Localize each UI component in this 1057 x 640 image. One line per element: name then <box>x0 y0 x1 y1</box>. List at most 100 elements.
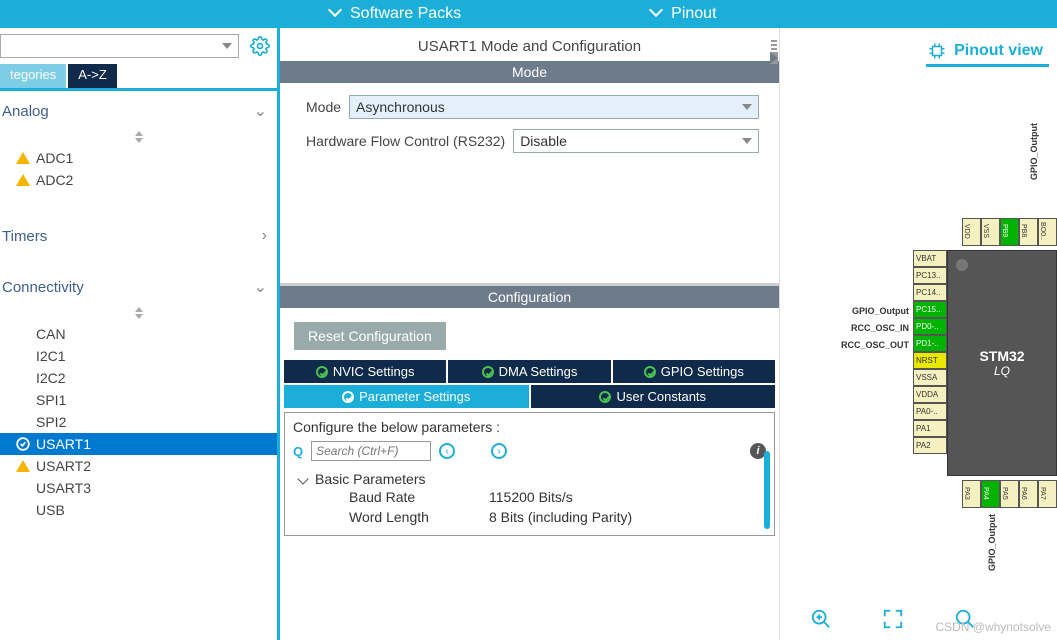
tab-az[interactable]: A->Z <box>68 64 117 88</box>
chevron-down-icon: ⌄ <box>254 101 267 121</box>
param-row-baud[interactable]: Baud Rate115200 Bits/s <box>349 487 766 507</box>
pin-left[interactable]: PA2 <box>913 437 947 454</box>
pin-bottom[interactable]: PA7 <box>1038 480 1057 508</box>
leaf-label: SPI2 <box>36 414 66 430</box>
parameter-intro: Configure the below parameters : <box>293 419 766 435</box>
pin-top[interactable]: VSS <box>981 218 1000 246</box>
category-connectivity[interactable]: Connectivity ⌄ <box>0 267 277 307</box>
peripheral-usart1[interactable]: USART1 <box>0 433 277 455</box>
search-icon[interactable]: Q <box>293 444 303 459</box>
config-panel: USART1 Mode and Configuration Mode Mode … <box>280 28 780 640</box>
pin-left[interactable]: VBAT <box>913 250 947 267</box>
pin-top[interactable]: PB8 <box>1019 218 1038 246</box>
tab-user-constants[interactable]: User Constants <box>531 385 776 408</box>
pin-top[interactable]: PB9 <box>1000 218 1019 246</box>
param-row-word-length[interactable]: Word Length8 Bits (including Parity) <box>349 507 766 527</box>
peripheral-spi2[interactable]: SPI2 <box>0 411 277 433</box>
param-group-basic[interactable]: Basic Parameters <box>299 471 766 487</box>
check-circle-icon <box>599 391 611 403</box>
gear-icon[interactable] <box>249 35 271 57</box>
warning-icon <box>16 151 30 165</box>
peripheral-i2c1[interactable]: I2C1 <box>0 345 277 367</box>
net-label: GPIO_Output <box>852 306 909 316</box>
zoom-in-icon[interactable] <box>810 608 832 630</box>
pin-bottom[interactable]: PA3 <box>962 480 981 508</box>
chevron-down-icon <box>742 104 752 110</box>
peripheral-usart3[interactable]: USART3 <box>0 477 277 499</box>
panel-resize-handle[interactable] <box>769 32 779 72</box>
leaf-label: USART3 <box>36 480 91 496</box>
peripheral-spi1[interactable]: SPI1 <box>0 389 277 411</box>
check-circle-icon <box>482 366 494 378</box>
category-label: Analog <box>2 103 49 120</box>
pinout-view-tab[interactable]: Pinout view <box>926 42 1049 67</box>
peripheral-adc1[interactable]: ADC1 <box>0 147 277 169</box>
leaf-label: SPI1 <box>36 392 66 408</box>
reset-configuration-button[interactable]: Reset Configuration <box>294 322 446 350</box>
pin-left[interactable]: PC15.. <box>913 301 947 318</box>
mode-select[interactable]: Asynchronous <box>349 95 759 119</box>
pinout-label: Pinout <box>671 5 716 23</box>
leaf-label: ADC1 <box>36 150 73 166</box>
sort-handle-icon[interactable] <box>0 307 277 323</box>
peripheral-i2c2[interactable]: I2C2 <box>0 367 277 389</box>
chevron-down-icon <box>651 7 665 21</box>
software-packs-menu[interactable]: Software Packs <box>330 5 461 23</box>
parameter-box: Configure the below parameters : Q ‹ › i… <box>284 412 775 536</box>
pin-bottom[interactable]: PA4 <box>981 480 1000 508</box>
pin-left[interactable]: PA1 <box>913 420 947 437</box>
param-key: Baud Rate <box>349 489 489 505</box>
param-key: Word Length <box>349 509 489 525</box>
check-circle-icon <box>316 366 328 378</box>
pin-left[interactable]: PC13.. <box>913 267 947 284</box>
zoom-out-icon[interactable] <box>954 608 976 630</box>
tab-gpio-settings[interactable]: GPIO Settings <box>613 360 775 383</box>
pin1-marker-icon <box>956 259 968 271</box>
top-toolbar: Software Packs Pinout <box>0 0 1057 28</box>
prev-match-button[interactable]: ‹ <box>439 443 455 459</box>
tab-nvic-settings[interactable]: NVIC Settings <box>284 360 446 383</box>
peripheral-usart2[interactable]: USART2 <box>0 455 277 477</box>
tab-label: GPIO Settings <box>661 364 744 379</box>
peripheral-search-select[interactable] <box>0 34 239 58</box>
pin-left[interactable]: NRST <box>913 352 947 369</box>
pin-top[interactable]: BO0.. <box>1038 218 1057 246</box>
category-timers[interactable]: Timers › <box>0 217 277 255</box>
pin-left[interactable]: PD1-.. <box>913 335 947 352</box>
chip-name: STM32 <box>979 348 1024 364</box>
pin-left[interactable]: PD0-.. <box>913 318 947 335</box>
leaf-label: CAN <box>36 326 66 342</box>
check-circle-icon <box>16 437 30 451</box>
software-packs-label: Software Packs <box>350 5 461 23</box>
tab-label: User Constants <box>616 389 706 404</box>
check-circle-icon <box>644 366 656 378</box>
tab-categories[interactable]: tegories <box>0 64 66 88</box>
hw-flow-select[interactable]: Disable <box>513 129 759 153</box>
select-value: Disable <box>520 133 567 149</box>
chip-body[interactable]: STM32 LQ <box>947 250 1057 476</box>
parameter-search-input[interactable] <box>311 441 431 461</box>
pin-left[interactable]: VSSA <box>913 369 947 386</box>
pin-top[interactable]: VDD <box>962 218 981 246</box>
category-analog[interactable]: Analog ⌄ <box>0 91 277 131</box>
pin-left[interactable]: PA0-.. <box>913 403 947 420</box>
pin-bottom[interactable]: PA6 <box>1019 480 1038 508</box>
scrollbar-thumb[interactable] <box>764 451 770 529</box>
mode-section-header: Mode <box>280 61 779 83</box>
param-value: 8 Bits (including Parity) <box>489 509 632 525</box>
next-match-button[interactable]: › <box>491 443 507 459</box>
pin-left[interactable]: VDDA <box>913 386 947 403</box>
pin-left[interactable]: PC14.. <box>913 284 947 301</box>
peripheral-adc2[interactable]: ADC2 <box>0 169 277 191</box>
pinout-menu[interactable]: Pinout <box>651 5 716 23</box>
peripheral-usb[interactable]: USB <box>0 499 277 521</box>
leaf-label: I2C2 <box>36 370 66 386</box>
tab-parameter-settings[interactable]: Parameter Settings <box>284 385 529 408</box>
check-circle-icon <box>342 391 354 403</box>
pin-bottom[interactable]: PA5 <box>1000 480 1019 508</box>
tab-dma-settings[interactable]: DMA Settings <box>448 360 610 383</box>
mode-field-label: Mode <box>306 99 341 115</box>
fullscreen-icon[interactable] <box>882 608 904 630</box>
peripheral-can[interactable]: CAN <box>0 323 277 345</box>
sort-handle-icon[interactable] <box>0 131 277 147</box>
